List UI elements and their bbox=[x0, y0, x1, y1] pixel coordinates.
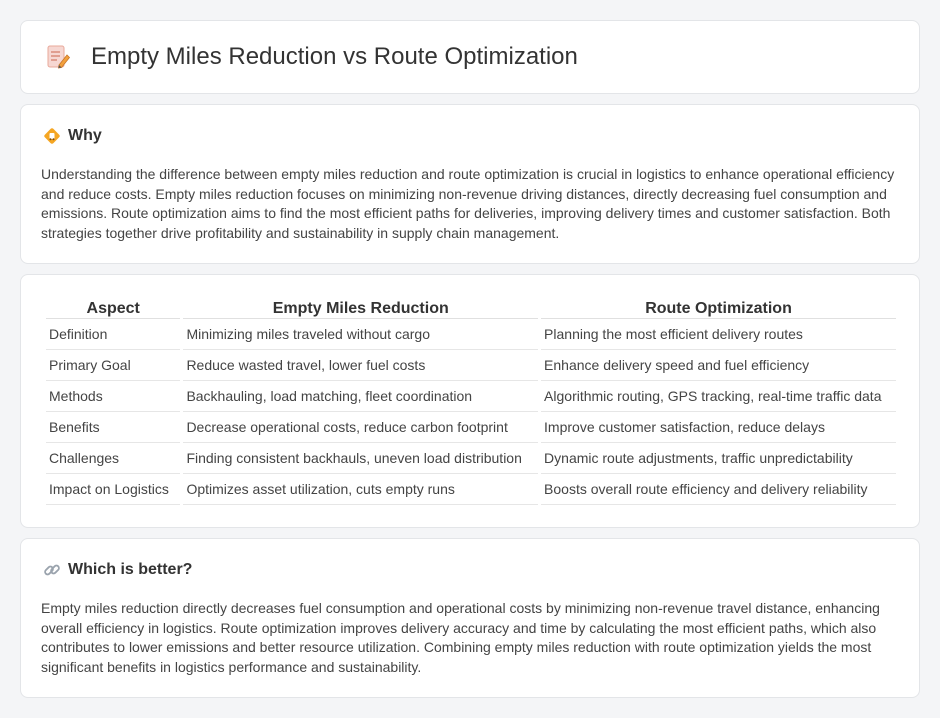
table-cell: Primary Goal bbox=[46, 350, 181, 381]
table-row: Impact on Logistics Optimizes asset util… bbox=[46, 474, 896, 505]
better-title: Which is better? bbox=[68, 561, 193, 578]
table-cell: Backhauling, load matching, fleet coordi… bbox=[183, 381, 539, 412]
table-cell: Challenges bbox=[46, 443, 181, 474]
comparison-table: Aspect Empty Miles Reduction Route Optim… bbox=[43, 297, 899, 505]
page-title: Empty Miles Reduction vs Route Optimizat… bbox=[91, 43, 578, 70]
table-cell: Reduce wasted travel, lower fuel costs bbox=[183, 350, 539, 381]
table-cell: Benefits bbox=[46, 412, 181, 443]
table-cell: Improve customer satisfaction, reduce de… bbox=[541, 412, 896, 443]
header-card: Empty Miles Reduction vs Route Optimizat… bbox=[20, 20, 920, 94]
table-cell: Algorithmic routing, GPS tracking, real-… bbox=[541, 381, 896, 412]
link-icon bbox=[43, 561, 61, 579]
table-cell: Finding consistent backhauls, uneven loa… bbox=[183, 443, 539, 474]
which-is-better-section: Which is better? Empty miles reduction d… bbox=[20, 538, 920, 698]
table-cell: Minimizing miles traveled without cargo bbox=[183, 319, 539, 350]
table-cell: Dynamic route adjustments, traffic unpre… bbox=[541, 443, 896, 474]
table-row: Methods Backhauling, load matching, flee… bbox=[46, 381, 896, 412]
table-cell: Enhance delivery speed and fuel efficien… bbox=[541, 350, 896, 381]
comparison-table-card: Aspect Empty Miles Reduction Route Optim… bbox=[20, 274, 920, 528]
table-cell: Planning the most efficient delivery rou… bbox=[541, 319, 896, 350]
table-row: Challenges Finding consistent backhauls,… bbox=[46, 443, 896, 474]
table-cell: Boosts overall route efficiency and deli… bbox=[541, 474, 896, 505]
column-header-empty-miles: Empty Miles Reduction bbox=[183, 297, 539, 319]
why-text: Understanding the difference between emp… bbox=[41, 166, 895, 241]
better-text: Empty miles reduction directly decreases… bbox=[41, 600, 880, 675]
table-cell: Optimizes asset utilization, cuts empty … bbox=[183, 474, 539, 505]
why-section: Why Understanding the difference between… bbox=[20, 104, 920, 264]
table-row: Definition Minimizing miles traveled wit… bbox=[46, 319, 896, 350]
table-cell: Decrease operational costs, reduce carbo… bbox=[183, 412, 539, 443]
table-cell: Definition bbox=[46, 319, 181, 350]
column-header-route-optimization: Route Optimization bbox=[541, 297, 896, 319]
table-row: Primary Goal Reduce wasted travel, lower… bbox=[46, 350, 896, 381]
title-row: Empty Miles Reduction vs Route Optimizat… bbox=[45, 43, 578, 71]
table-cell: Impact on Logistics bbox=[46, 474, 181, 505]
why-title: Why bbox=[68, 127, 102, 144]
warning-diamond-icon bbox=[43, 127, 61, 145]
table-row: Benefits Decrease operational costs, red… bbox=[46, 412, 896, 443]
why-heading: Why bbox=[43, 127, 102, 145]
document-pencil-icon bbox=[45, 43, 71, 71]
better-heading: Which is better? bbox=[43, 561, 192, 579]
table-header-row: Aspect Empty Miles Reduction Route Optim… bbox=[46, 297, 896, 319]
table-cell: Methods bbox=[46, 381, 181, 412]
column-header-aspect: Aspect bbox=[46, 297, 181, 319]
